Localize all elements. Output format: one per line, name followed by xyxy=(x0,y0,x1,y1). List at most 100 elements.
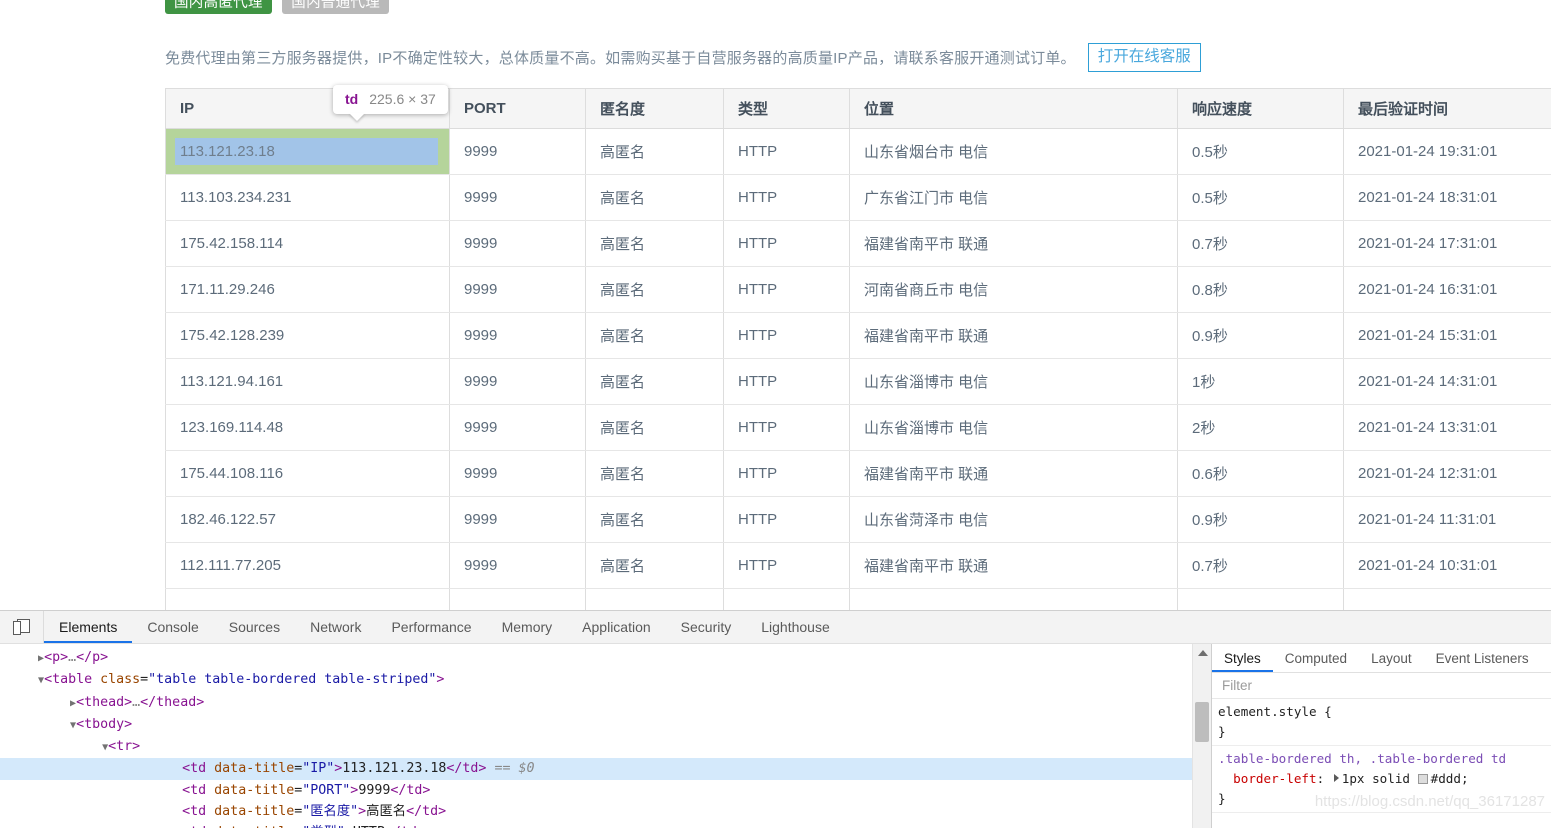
dom-tree-line[interactable]: <td data-title="IP">113.121.23.18</td> =… xyxy=(0,758,1192,779)
cell-anon[interactable]: 高匿名 xyxy=(586,129,724,175)
styles-tab-event-listeners[interactable]: Event Listeners xyxy=(1424,644,1541,672)
cell-verify-time[interactable]: 2021-01-24 18:31:01 xyxy=(1344,175,1551,221)
cell-port[interactable]: 9999 xyxy=(450,359,586,405)
cell-port[interactable]: 9999 xyxy=(450,267,586,313)
cell-location[interactable]: 广东省江门市 电信 xyxy=(850,175,1178,221)
table-row[interactable]: 175.42.128.2399999高匿名HTTP福建省南平市 联通0.9秒20… xyxy=(166,313,1551,359)
dom-tree-line[interactable]: ▼<tbody> xyxy=(0,714,1192,736)
cell-speed[interactable]: 0.7秒 xyxy=(1178,543,1344,589)
rule-element-style[interactable]: element.style { } xyxy=(1212,699,1551,746)
cell-verify-time[interactable]: 2021-01-24 13:31:01 xyxy=(1344,405,1551,451)
cell-verify-time[interactable]: 2021-01-24 15:31:01 xyxy=(1344,313,1551,359)
cell-ip[interactable]: 175.42.128.239 xyxy=(166,313,450,359)
cell-verify-time[interactable]: 2021-01-24 17:31:01 xyxy=(1344,221,1551,267)
cell-verify-time[interactable] xyxy=(1344,589,1551,611)
styles-tab-styles[interactable]: Styles xyxy=(1212,644,1273,672)
dom-tree-line[interactable]: ▶<p>…</p> xyxy=(0,647,1192,669)
cell-type[interactable]: HTTP xyxy=(724,405,850,451)
dom-tree-line[interactable]: <td data-title="匿名度">高匿名</td> xyxy=(0,801,1192,822)
devtools-tab-performance[interactable]: Performance xyxy=(376,611,486,643)
cell-anon[interactable]: 高匿名 xyxy=(586,267,724,313)
dom-tree-scrollbar[interactable] xyxy=(1192,644,1211,828)
cell-ip[interactable] xyxy=(166,589,450,611)
cell-location[interactable]: 福建省南平市 联通 xyxy=(850,221,1178,267)
cell-verify-time[interactable]: 2021-01-24 19:31:01 xyxy=(1344,129,1551,175)
cell-anon[interactable]: 高匿名 xyxy=(586,221,724,267)
devtools-tab-security[interactable]: Security xyxy=(666,611,747,643)
color-swatch-icon[interactable] xyxy=(1418,774,1428,784)
styles-tab-computed[interactable]: Computed xyxy=(1273,644,1359,672)
cell-verify-time[interactable]: 2021-01-24 14:31:01 xyxy=(1344,359,1551,405)
cell-location[interactable]: 河南省商丘市 电信 xyxy=(850,267,1178,313)
cell-anon[interactable]: 高匿名 xyxy=(586,175,724,221)
tab-domestic-high-anon[interactable]: 国内高匿代理 xyxy=(165,0,272,14)
devtools-tab-console[interactable]: Console xyxy=(132,611,213,643)
cell-port[interactable]: 9999 xyxy=(450,451,586,497)
cell-port[interactable] xyxy=(450,589,586,611)
cell-port[interactable]: 9999 xyxy=(450,405,586,451)
cell-anon[interactable]: 高匿名 xyxy=(586,497,724,543)
styles-tab-layout[interactable]: Layout xyxy=(1359,644,1424,672)
cell-speed[interactable]: 0.8秒 xyxy=(1178,267,1344,313)
cell-type[interactable]: HTTP xyxy=(724,359,850,405)
cell-type[interactable]: HTTP xyxy=(724,267,850,313)
table-row[interactable]: 123.169.114.489999高匿名HTTP山东省淄博市 电信2秒2021… xyxy=(166,405,1551,451)
tab-domestic-normal[interactable]: 国内普通代理 xyxy=(282,0,389,14)
scroll-up-arrow[interactable] xyxy=(1198,650,1208,656)
rule-table-bordered[interactable]: .table-bordered th, .table-bordered td b… xyxy=(1212,746,1551,813)
cell-type[interactable]: HTTP xyxy=(724,543,850,589)
cell-location[interactable]: 福建省南平市 联通 xyxy=(850,313,1178,359)
col-header-loc[interactable]: 位置 xyxy=(850,89,1178,129)
col-header-type[interactable]: 类型 xyxy=(724,89,850,129)
table-row[interactable]: 112.111.77.2059999高匿名HTTP福建省南平市 联通0.7秒20… xyxy=(166,543,1551,589)
dom-tree-pane[interactable]: ▶<p>…</p> ▼<table class="table table-bor… xyxy=(0,644,1192,828)
cell-speed[interactable]: 0.5秒 xyxy=(1178,129,1344,175)
col-header-speed[interactable]: 响应速度 xyxy=(1178,89,1344,129)
cell-ip-inspected[interactable]: 113.121.23.18 xyxy=(166,129,450,175)
cell-type[interactable]: HTTP xyxy=(724,175,850,221)
rule-property-name[interactable]: border-left xyxy=(1233,771,1316,786)
cell-location[interactable]: 福建省南平市 联通 xyxy=(850,451,1178,497)
rule-property-value[interactable]: 1px solid xyxy=(1342,771,1410,786)
cell-type[interactable]: HTTP xyxy=(724,129,850,175)
cell-anon[interactable]: 高匿名 xyxy=(586,451,724,497)
dom-tree-line[interactable]: <td data-title="类型">HTTP</td> xyxy=(0,822,1192,828)
cell-ip[interactable]: 123.169.114.48 xyxy=(166,405,450,451)
cell-type[interactable]: HTTP xyxy=(724,497,850,543)
rule-property-color[interactable]: #ddd; xyxy=(1431,771,1469,786)
cell-speed[interactable]: 0.9秒 xyxy=(1178,313,1344,359)
cell-type[interactable]: HTTP xyxy=(724,451,850,497)
devtools-tab-application[interactable]: Application xyxy=(567,611,666,643)
cell-port[interactable]: 9999 xyxy=(450,129,586,175)
table-row[interactable]: 113.121.23.189999高匿名HTTP山东省烟台市 电信0.5秒202… xyxy=(166,129,1551,175)
cell-location[interactable] xyxy=(850,589,1178,611)
dom-tree-line[interactable]: ▼<tr> xyxy=(0,736,1192,758)
cell-ip[interactable]: 175.44.108.116 xyxy=(166,451,450,497)
cell-type[interactable]: HTTP xyxy=(724,313,850,359)
table-row[interactable]: 171.11.29.2469999高匿名HTTP河南省商丘市 电信0.8秒202… xyxy=(166,267,1551,313)
chevron-right-icon[interactable] xyxy=(1334,774,1339,782)
cell-location[interactable]: 福建省南平市 联通 xyxy=(850,543,1178,589)
cell-speed[interactable]: 1秒 xyxy=(1178,359,1344,405)
table-row[interactable]: 113.121.94.1619999高匿名HTTP山东省淄博市 电信1秒2021… xyxy=(166,359,1551,405)
cell-port[interactable]: 9999 xyxy=(450,497,586,543)
devtools-tab-memory[interactable]: Memory xyxy=(487,611,568,643)
cell-speed[interactable]: 0.9秒 xyxy=(1178,497,1344,543)
devtools-tab-network[interactable]: Network xyxy=(295,611,376,643)
cell-anon[interactable] xyxy=(586,589,724,611)
table-row[interactable]: 175.42.158.1149999高匿名HTTP福建省南平市 联通0.7秒20… xyxy=(166,221,1551,267)
cell-location[interactable]: 山东省淄博市 电信 xyxy=(850,405,1178,451)
col-header-time[interactable]: 最后验证时间 xyxy=(1344,89,1551,129)
cell-speed[interactable]: 2秒 xyxy=(1178,405,1344,451)
cell-port[interactable]: 9999 xyxy=(450,175,586,221)
cell-speed[interactable]: 0.5秒 xyxy=(1178,175,1344,221)
scrollbar-thumb[interactable] xyxy=(1195,702,1209,742)
cell-verify-time[interactable]: 2021-01-24 16:31:01 xyxy=(1344,267,1551,313)
dom-tree-line[interactable]: <td data-title="PORT">9999</td> xyxy=(0,780,1192,801)
table-row[interactable] xyxy=(166,589,1551,611)
table-row[interactable]: 113.103.234.2319999高匿名HTTP广东省江门市 电信0.5秒2… xyxy=(166,175,1551,221)
cell-location[interactable]: 山东省烟台市 电信 xyxy=(850,129,1178,175)
open-online-support-button[interactable]: 打开在线客服 xyxy=(1088,43,1201,72)
dom-tree-line[interactable]: ▼<table class="table table-bordered tabl… xyxy=(0,669,1192,691)
cell-verify-time[interactable]: 2021-01-24 10:31:01 xyxy=(1344,543,1551,589)
